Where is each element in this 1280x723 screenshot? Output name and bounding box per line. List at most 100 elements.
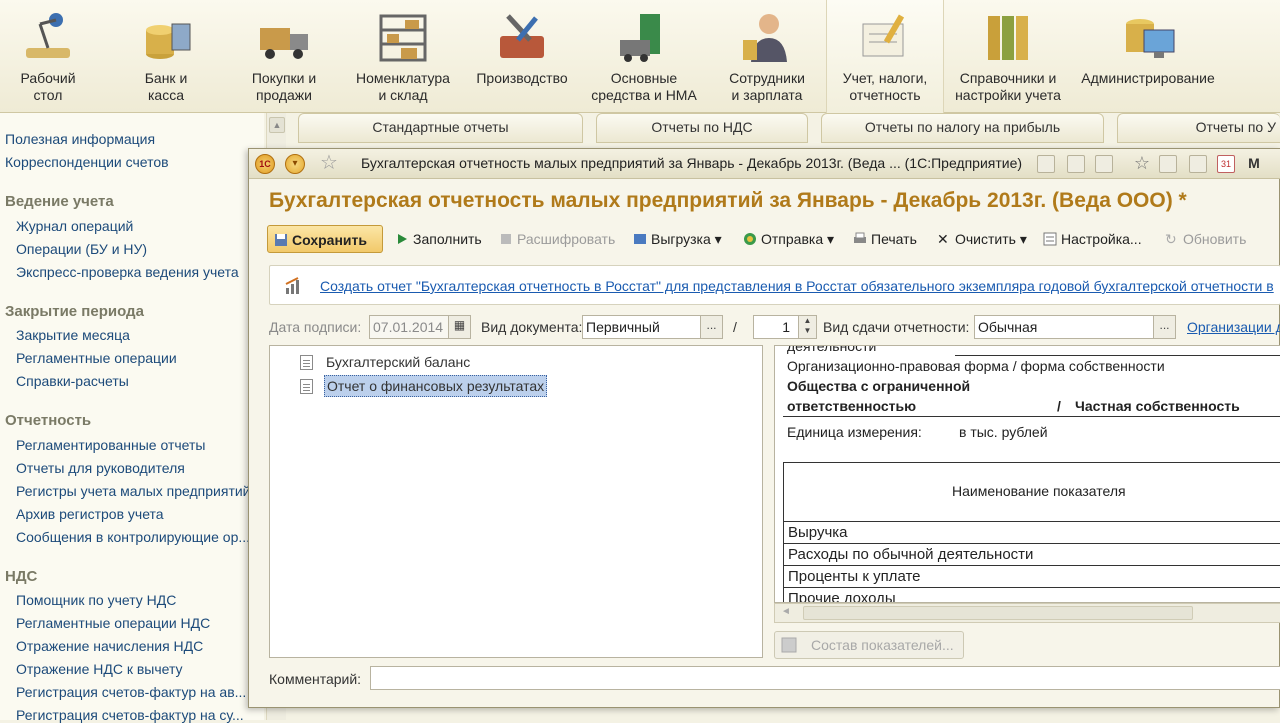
star-icon[interactable]: ☆ (319, 153, 339, 174)
nav-item[interactable]: Регламентные операции (16, 350, 177, 366)
section-nomenclature[interactable]: Номенклатура и склад (352, 0, 454, 113)
refresh-button[interactable]: ↻ Обновить (1163, 225, 1246, 253)
nav-item[interactable]: Регистры учета малых предприятий (16, 483, 251, 499)
computer-icon (1126, 19, 1175, 58)
section-staff[interactable]: Сотрудники и зарплата (718, 0, 816, 113)
nav-item[interactable]: Архив регистров учета (16, 506, 164, 522)
menu-dropdown-icon[interactable]: ▾ (285, 154, 305, 174)
correction-number-value: 1 (782, 319, 790, 335)
opf-value-line2: ответственностью (787, 398, 917, 414)
spinner-icon[interactable]: ▲ ▼ (798, 316, 816, 338)
sections-panel: Рабочий стол Банк и касса Покупки и прод… (0, 0, 1280, 113)
send-icon (744, 233, 756, 245)
clear-label: Очистить (955, 231, 1016, 247)
nav-item[interactable]: Регламентные операции НДС (16, 615, 210, 631)
slash-separator: / (733, 319, 737, 335)
group-title-reporting: Отчетность (5, 412, 92, 429)
delivery-label: Вид сдачи отчетности: (823, 319, 970, 335)
table-row[interactable]: Расходы по обычной деятельности (784, 543, 1280, 565)
nav-item[interactable]: Журнал операций (16, 218, 133, 234)
section-admin[interactable]: Администрирование (1078, 0, 1218, 113)
row-label: Прочие доходы (788, 590, 896, 603)
decode-button[interactable]: Расшифровать (497, 225, 615, 253)
nav-item[interactable]: Закрытие месяца (16, 327, 130, 343)
nav-item[interactable]: Помощник по учету НДС (16, 592, 176, 608)
comment-field[interactable] (370, 666, 1280, 690)
command-bar: Сохранить Заполнить Расшифровать Выгрузк… (267, 225, 1280, 255)
section-production[interactable]: Производство (470, 0, 574, 113)
link-useful-info[interactable]: Полезная информация (5, 131, 155, 147)
horizontal-scrollbar[interactable]: ◄ (774, 603, 1280, 623)
calculator-icon[interactable] (1189, 155, 1207, 173)
organizations-link[interactable]: Организации д (1187, 319, 1280, 335)
nav-item[interactable]: Сообщения в контролирующие ор... (16, 529, 250, 545)
section-accounting[interactable]: Учет, налоги, отчетность (826, 0, 944, 113)
report-spreadsheet[interactable]: деятельности Организационно-правовая фор… (774, 345, 1280, 603)
section-desktop[interactable]: Рабочий стол (0, 0, 96, 113)
save-icon[interactable] (1037, 155, 1055, 173)
export-button[interactable]: Выгрузка ▾ (631, 225, 722, 253)
table-row[interactable]: Прочие доходы (784, 587, 1280, 603)
settings-label: Настройка... (1061, 231, 1142, 247)
nav-item[interactable]: Экспресс-проверка ведения учета (16, 264, 239, 280)
home-icon[interactable] (1159, 155, 1177, 173)
nav-item[interactable]: Операции (БУ и НУ) (16, 241, 147, 257)
fill-button[interactable]: Заполнить (393, 225, 482, 253)
nav-item[interactable]: Регламентированные отчеты (16, 437, 205, 453)
calendar-picker-icon[interactable]: ▦ (448, 316, 470, 338)
sign-date-field[interactable]: 07.01.2014 ▦ (369, 315, 471, 339)
delivery-field[interactable]: Обычная ... (974, 315, 1176, 339)
memory-icon[interactable]: M (1245, 155, 1263, 173)
send-button[interactable]: Отправка ▾ (741, 225, 834, 253)
nav-item[interactable]: Отражение НДС к вычету (16, 661, 183, 677)
section-label: Покупки и продажи (251, 70, 317, 103)
print-icon[interactable] (1067, 155, 1085, 173)
section-purchases[interactable]: Покупки и продажи (236, 0, 332, 113)
indicators-composition-button[interactable]: Состав показателей... (774, 631, 964, 659)
correction-number-field[interactable]: 1 ▲ ▼ (753, 315, 817, 339)
clear-button[interactable]: ✕ Очистить ▾ (935, 225, 1027, 253)
nav-item[interactable]: Регистрация счетов-фактур на су... (16, 707, 244, 723)
nav-item[interactable]: Справки-расчеты (16, 373, 129, 389)
calendar-icon[interactable]: 31 (1217, 155, 1235, 173)
1c-logo-icon[interactable]: 1C (255, 154, 275, 174)
tab-u-reports[interactable]: Отчеты по У (1117, 113, 1280, 143)
delivery-value: Обычная (978, 319, 1038, 335)
section-assets[interactable]: Основные средства и НМА (588, 0, 700, 113)
create-rosstat-report-link[interactable]: Создать отчет "Бухгалтерская отчетность … (320, 278, 1274, 294)
cross-icon: ✕ (937, 231, 949, 247)
divider (783, 416, 1280, 417)
doc-type-field[interactable]: Первичный ... (582, 315, 723, 339)
nav-item[interactable]: Отчеты для руководителя (16, 460, 185, 476)
table-row[interactable]: Проценты к уплате (784, 565, 1280, 587)
row-label: Выручка (788, 524, 848, 541)
scroll-up-icon[interactable]: ▲ (269, 117, 285, 133)
opf-label: Организационно-правовая форма / форма со… (787, 358, 1165, 374)
tab-profit-tax-reports[interactable]: Отчеты по налогу на прибыль (821, 113, 1104, 143)
binders-icon (988, 16, 1028, 60)
section-references[interactable]: Справочники и настройки учета (950, 0, 1066, 113)
play-icon (398, 234, 407, 244)
ellipsis-icon[interactable]: ... (700, 316, 722, 338)
nav-item[interactable]: Отражение начисления НДС (16, 638, 203, 654)
section-label: Номенклатура и склад (356, 70, 450, 103)
preview-icon[interactable] (1095, 155, 1113, 173)
nav-item[interactable]: Регистрация счетов-фактур на ав... (16, 684, 246, 700)
table-row[interactable]: Выручка (784, 521, 1280, 543)
navigation-panel: Полезная информация Корреспонденции счет… (0, 113, 264, 723)
link-account-correspondence[interactable]: Корреспонденции счетов (5, 154, 169, 170)
section-label: Банк и касса (144, 70, 188, 103)
save-button[interactable]: Сохранить (267, 225, 383, 253)
scroll-left-icon[interactable]: ◄ (781, 606, 791, 617)
section-bank[interactable]: Банк и касса (118, 0, 214, 113)
settings-button[interactable]: Настройка... (1041, 225, 1142, 253)
sign-date-label: Дата подписи: (269, 319, 362, 335)
tab-standard-reports[interactable]: Стандартные отчеты (298, 113, 583, 143)
list-item-label: Отчет о финансовых результатах (324, 375, 548, 397)
tab-vat-reports[interactable]: Отчеты по НДС (596, 113, 808, 143)
ellipsis-icon[interactable]: ... (1153, 316, 1175, 338)
print-button[interactable]: Печать (851, 225, 917, 253)
scroll-thumb[interactable] (803, 606, 1193, 620)
favorites-star-icon[interactable]: ☆ (1133, 154, 1151, 173)
save-label: Сохранить (292, 232, 367, 248)
